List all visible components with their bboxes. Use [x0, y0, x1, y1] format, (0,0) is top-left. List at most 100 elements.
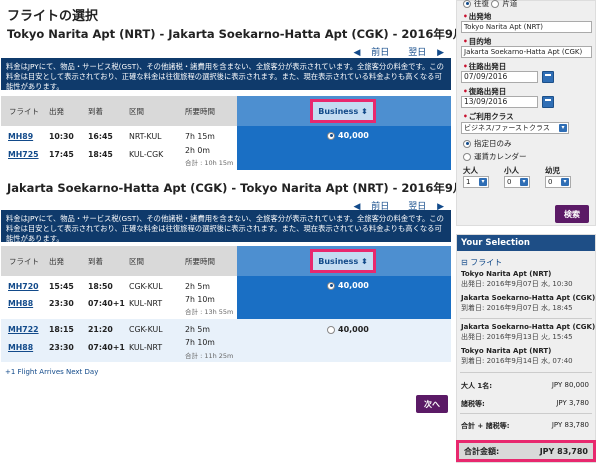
selection-segment: Tokyo Narita Apt (NRT) 出発日: 2016年9月07日 水…: [461, 270, 573, 288]
chevron-down-icon: ▾: [520, 178, 528, 186]
arrive-time: 16:45: [88, 132, 113, 141]
chevron-down-icon: ▾: [559, 124, 567, 132]
col-route: 区間: [129, 107, 144, 116]
next-button[interactable]: 次へ: [416, 395, 448, 413]
arrive-time: 07:40+1: [88, 343, 125, 352]
fare-calendar-option[interactable]: 運賃カレンダー: [463, 151, 527, 162]
flight-number-link[interactable]: MH88: [8, 299, 33, 308]
depart-time: 10:30: [49, 132, 74, 141]
infants-select[interactable]: 0 ▾: [545, 176, 571, 188]
trip-type-group: 往復 片道: [463, 0, 517, 9]
total-duration: 合計 : 10h 15m: [185, 159, 234, 167]
flight-search-form: 往復 片道 •出発地 Tokyo Narita Apt (NRT) •目的地 J…: [456, 0, 596, 226]
inbound-fare-notice: 料金はJPYにて、物品・サービス税(GST)、その他諸税・諸費用を含まない、全旅…: [1, 210, 451, 242]
fare-radio[interactable]: [327, 325, 335, 334]
page-title: フライトの選択: [7, 9, 99, 24]
fixed-dates-radio[interactable]: [463, 139, 471, 148]
arrow-right-icon: ▶: [437, 48, 444, 58]
col-flight: フライト: [9, 107, 39, 116]
to-field[interactable]: Jakarta Soekarno-Hatta Apt (CGK): [461, 46, 592, 58]
depart-time: 23:30: [49, 343, 74, 352]
fare-calendar-radio[interactable]: [463, 152, 471, 161]
business-class-sort-button[interactable]: Business ⬍: [310, 99, 376, 123]
outbound-date-nav: ◀ 前日 翌日 ▶: [338, 45, 445, 58]
children-label: 小人: [504, 166, 519, 175]
col-arrive[interactable]: 到着: [88, 106, 103, 117]
selection-segment: Jakarta Soekarno-Hatta Apt (CGK) 出発日: 20…: [461, 323, 596, 341]
fare-option[interactable]: 40,000: [327, 281, 369, 290]
business-class-sort-button[interactable]: Business ⬍: [310, 249, 376, 273]
adults-label: 大人: [463, 166, 478, 175]
fare-radio[interactable]: [327, 281, 335, 290]
flights-toggle[interactable]: ⊟ フライト: [461, 257, 502, 268]
adults-select[interactable]: 1 ▾: [463, 176, 489, 188]
calendar-icon[interactable]: [542, 96, 554, 108]
arrive-time: 21:20: [88, 325, 113, 334]
total-duration: 合計 : 11h 25m: [185, 352, 234, 360]
chevron-down-icon: ▾: [479, 178, 487, 186]
business-column-header: Business ⬍: [237, 96, 451, 126]
route: CGK-KUL: [129, 325, 163, 334]
depart-time: 15:45: [49, 282, 74, 291]
col-arrive[interactable]: 到着: [88, 256, 103, 267]
route: KUL-NRT: [129, 343, 163, 352]
col-flight: フライト: [9, 257, 39, 266]
route: KUL-NRT: [129, 299, 163, 308]
oneway-radio[interactable]: [491, 0, 500, 8]
duration: 7h 15m: [185, 132, 215, 141]
flight-selection-panel: フライトの選択 Tokyo Narita Apt (NRT) - Jakarta…: [0, 0, 507, 463]
depart-date-field[interactable]: 07/09/2016: [461, 71, 538, 83]
total-amount: 合計金額: JPY 83,780: [456, 440, 596, 462]
from-field[interactable]: Tokyo Narita Apt (NRT): [461, 21, 592, 33]
divider: [460, 318, 592, 319]
adult-fare-row: 大人 1名: JPY 80,000: [461, 381, 589, 390]
outbound-next-day-link[interactable]: 翌日 ▶: [400, 48, 444, 58]
outbound-prev-day-link[interactable]: ◀ 前日: [346, 48, 390, 58]
col-duration[interactable]: 所要時間: [185, 256, 215, 267]
selection-segment: Jakarta Soekarno-Hatta Apt (CGK) 到着日: 20…: [461, 294, 596, 312]
flight-number-link[interactable]: MH722: [8, 325, 39, 334]
outbound-table-header: フライト 出発 到着 区間 所要時間 Business ⬍: [1, 96, 451, 126]
sort-icon: ⬍: [361, 106, 368, 116]
business-column-header: Business ⬍: [237, 246, 451, 276]
arrow-left-icon: ◀: [353, 48, 361, 58]
col-depart[interactable]: 出発: [49, 256, 64, 267]
outbound-table-body: MH89 10:30 16:45 NRT-KUL 7h 15m MH725 17…: [1, 126, 451, 170]
duration: 7h 10m: [185, 295, 215, 304]
flight-number-link[interactable]: MH725: [8, 150, 39, 159]
flight-number-link[interactable]: MH720: [8, 282, 39, 291]
class-label: •ご利用クラス: [463, 112, 514, 121]
class-select[interactable]: ビジネス/ファーストクラス ▾: [461, 122, 569, 134]
col-depart[interactable]: 出発: [49, 106, 64, 117]
arrive-time: 07:40+1: [88, 299, 125, 308]
total-duration: 合計 : 13h 55m: [185, 308, 234, 316]
inbound-table-header: フライト 出発 到着 区間 所要時間 Business ⬍: [1, 246, 451, 276]
selection-segment: Tokyo Narita Apt (NRT) 到着日: 2016年9月14日 水…: [461, 347, 573, 365]
infants-label: 幼児: [545, 166, 560, 175]
children-select[interactable]: 0 ▾: [504, 176, 530, 188]
return-date-field[interactable]: 13/09/2016: [461, 96, 538, 108]
next-day-footnote: +1 Flight Arrives Next Day: [5, 368, 99, 376]
fare-radio[interactable]: [327, 131, 335, 140]
fixed-dates-option[interactable]: 指定日のみ: [463, 138, 512, 149]
sort-icon: ⬍: [361, 256, 368, 266]
fare-option[interactable]: 40,000: [327, 131, 369, 140]
calendar-icon[interactable]: [542, 71, 554, 83]
subtotal-row: 合計 + 諸税等: JPY 83,780: [461, 421, 589, 430]
search-button[interactable]: 検索: [555, 205, 589, 223]
divider: [460, 372, 592, 373]
route: KUL-CGK: [129, 150, 164, 159]
outbound-fare-notice: 料金はJPYにて、物品・サービス税(GST)、その他諸税・諸費用を含まない、全旅…: [1, 58, 451, 90]
collapse-icon: ⊟: [461, 258, 468, 267]
fare-option[interactable]: 40,000: [327, 325, 369, 334]
roundtrip-radio[interactable]: [463, 0, 471, 8]
duration: 2h 5m: [185, 282, 210, 291]
chevron-down-icon: ▾: [561, 178, 569, 186]
flight-number-link[interactable]: MH89: [8, 132, 33, 141]
your-selection-title: Your Selection: [457, 235, 595, 251]
flight-number-link[interactable]: MH88: [8, 343, 33, 352]
duration: 2h 5m: [185, 325, 210, 334]
inbound-table-body: MH720 15:45 18:50 CGK-KUL 2h 5m MH88 23:…: [1, 276, 451, 362]
duration: 2h 0m: [185, 146, 210, 155]
col-duration[interactable]: 所要時間: [185, 106, 215, 117]
